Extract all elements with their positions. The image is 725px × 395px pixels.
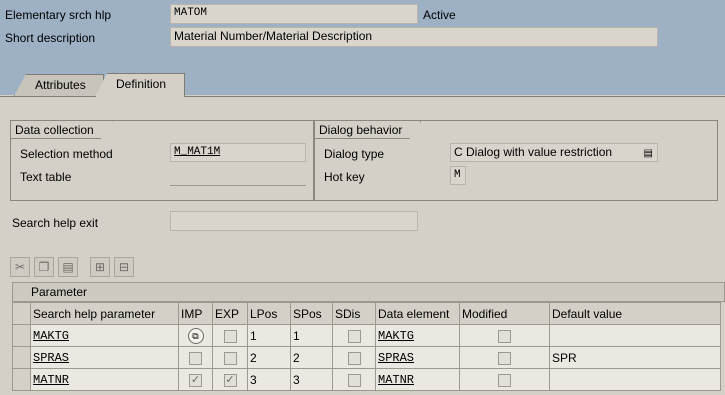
column-header[interactable]: Default value: [549, 302, 721, 325]
sdis-checkbox[interactable]: [347, 373, 361, 387]
selection-method-label: Selection method: [20, 147, 113, 161]
search-help-name-field[interactable]: MATOM: [170, 4, 418, 24]
short-description-label: Short description: [5, 31, 96, 45]
short-description-field[interactable]: Material Number/Material Description: [170, 27, 658, 47]
spos-cell[interactable]: 3: [290, 368, 333, 391]
modified-checkbox[interactable]: [498, 373, 511, 387]
imp-cell[interactable]: ✓: [178, 368, 213, 391]
default-value-cell[interactable]: [549, 368, 721, 391]
exp-cell[interactable]: [212, 346, 248, 369]
paste-icon[interactable]: ▤: [58, 257, 78, 277]
row-selector[interactable]: [12, 368, 31, 391]
exp-checkbox[interactable]: [223, 351, 237, 365]
spos-cell[interactable]: 2: [290, 346, 333, 369]
lpos-cell[interactable]: 1: [247, 324, 291, 347]
exp-cell[interactable]: ✓: [212, 368, 248, 391]
data-collection-title: Data collection: [11, 121, 113, 139]
sdis-cell[interactable]: [332, 324, 376, 347]
data-element-cell[interactable]: MAKTG: [375, 324, 460, 347]
default-value-cell[interactable]: [549, 324, 721, 347]
row-selector[interactable]: [12, 324, 31, 347]
column-header[interactable]: Search help parameter: [30, 302, 179, 325]
data-element-cell[interactable]: SPRAS: [375, 346, 460, 369]
column-header[interactable]: EXP: [212, 302, 248, 325]
sdis-checkbox[interactable]: [347, 329, 361, 343]
text-table-label: Text table: [20, 170, 72, 184]
imp-cell[interactable]: [178, 346, 213, 369]
param-cell[interactable]: SPRAS: [30, 346, 179, 369]
dialog-type-value: C Dialog with value restriction: [454, 145, 613, 159]
modified-cell[interactable]: [459, 324, 550, 347]
tab-definition[interactable]: Definition: [95, 73, 185, 97]
exp-checkbox-checked[interactable]: ✓: [223, 373, 237, 387]
parameter-table: Search help parameter IMP EXP LPos SPos …: [12, 302, 721, 391]
lpos-cell[interactable]: 2: [247, 346, 291, 369]
lpos-cell[interactable]: 3: [247, 368, 291, 391]
tab-attributes[interactable]: Attributes: [14, 74, 104, 96]
modified-cell[interactable]: [459, 368, 550, 391]
column-header[interactable]: SPos: [290, 302, 333, 325]
imp-checkbox[interactable]: [189, 351, 202, 365]
dialog-behavior-title: Dialog behavior: [315, 121, 421, 139]
dropdown-list-icon[interactable]: ▤: [644, 145, 653, 161]
selection-method-field[interactable]: M_MAT1M: [170, 143, 306, 162]
data-element-cell[interactable]: MATNR: [375, 368, 460, 391]
sdis-checkbox[interactable]: [347, 351, 361, 365]
modified-checkbox[interactable]: [498, 351, 511, 365]
sdis-cell[interactable]: [332, 346, 376, 369]
sdis-cell[interactable]: [332, 368, 376, 391]
text-table-field[interactable]: [170, 185, 306, 186]
hot-key-field[interactable]: M: [450, 166, 466, 185]
modified-checkbox[interactable]: [498, 329, 511, 343]
column-header[interactable]: SDis: [332, 302, 376, 325]
cut-icon[interactable]: ✂: [10, 257, 30, 277]
table-row: MATNR ✓ ✓ 3 3 MATNR: [12, 368, 721, 391]
column-header[interactable]: LPos: [247, 302, 291, 325]
dialog-type-label: Dialog type: [324, 147, 385, 161]
copy-icon[interactable]: ❐: [34, 257, 54, 277]
imp-cell[interactable]: ⧉: [178, 324, 213, 347]
search-help-exit-label: Search help exit: [12, 216, 99, 230]
insert-row-icon[interactable]: ⊞: [90, 257, 110, 277]
param-cell[interactable]: MAKTG: [30, 324, 179, 347]
param-cell[interactable]: MATNR: [30, 368, 179, 391]
dialog-type-dropdown[interactable]: C Dialog with value restriction ▤: [450, 143, 658, 162]
search-help-exit-field[interactable]: [170, 211, 418, 231]
spos-cell[interactable]: 1: [290, 324, 333, 347]
imp-checkbox-checked[interactable]: ✓: [189, 373, 202, 387]
select-all-cell[interactable]: [12, 302, 31, 325]
parameter-table-title: Parameter: [12, 282, 725, 302]
hot-key-label: Hot key: [324, 170, 365, 184]
table-row: SPRAS 2 2 SPRAS SPR: [12, 346, 721, 369]
table-header-row: Search help parameter IMP EXP LPos SPos …: [12, 302, 721, 325]
row-selector[interactable]: [12, 346, 31, 369]
delete-row-icon[interactable]: ⊟: [114, 257, 134, 277]
value-help-icon[interactable]: ⧉: [187, 327, 204, 344]
search-help-label: Elementary srch hlp: [5, 8, 112, 22]
default-value-cell[interactable]: SPR: [549, 346, 721, 369]
modified-cell[interactable]: [459, 346, 550, 369]
column-header[interactable]: Data element: [375, 302, 460, 325]
table-row: MAKTG ⧉ 1 1 MAKTG: [12, 324, 721, 347]
column-header[interactable]: Modified: [459, 302, 550, 325]
status-text: Active: [423, 8, 456, 22]
exp-checkbox[interactable]: [223, 329, 237, 343]
column-header[interactable]: IMP: [178, 302, 213, 325]
exp-cell[interactable]: [212, 324, 248, 347]
